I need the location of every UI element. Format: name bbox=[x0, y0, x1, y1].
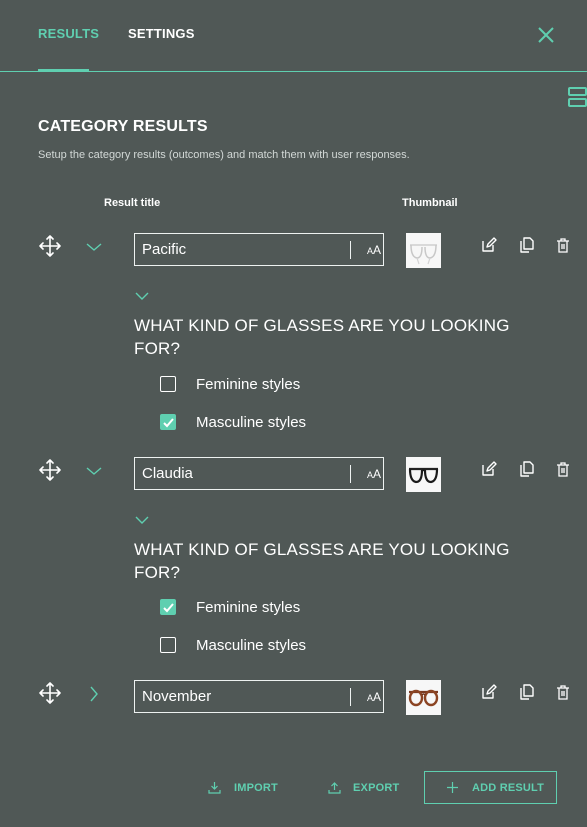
chevron-down-icon[interactable] bbox=[85, 462, 103, 480]
add-result-button[interactable]: ADD RESULT bbox=[424, 771, 557, 804]
plus-icon bbox=[447, 782, 458, 793]
column-header-result-title: Result title bbox=[104, 197, 161, 209]
answer-option-label: Masculine styles bbox=[196, 414, 307, 431]
edit-icon[interactable] bbox=[481, 461, 497, 477]
duplicate-icon[interactable] bbox=[518, 461, 534, 477]
text-format-button[interactable]: AA bbox=[350, 465, 381, 483]
section-title: CATEGORY RESULTS bbox=[38, 118, 208, 135]
edit-icon[interactable] bbox=[481, 684, 497, 700]
text-format-button[interactable]: AA bbox=[350, 241, 381, 259]
column-header-thumbnail: Thumbnail bbox=[402, 197, 458, 209]
add-result-label: ADD RESULT bbox=[472, 782, 545, 794]
result-title-input[interactable] bbox=[142, 458, 347, 489]
result-title-input[interactable] bbox=[142, 234, 347, 265]
checkbox-unchecked[interactable] bbox=[160, 376, 176, 392]
answer-option[interactable]: Masculine styles bbox=[160, 414, 460, 434]
answer-option[interactable]: Feminine styles bbox=[160, 599, 460, 619]
import-label: IMPORT bbox=[234, 782, 278, 794]
answer-option[interactable]: Masculine styles bbox=[160, 637, 460, 657]
question-title: WHAT KIND OF GLASSES ARE YOU LOOKING FOR… bbox=[134, 316, 510, 358]
tab-bar: RESULTS SETTINGS bbox=[0, 0, 587, 72]
active-tab-indicator bbox=[38, 69, 89, 72]
delete-icon[interactable] bbox=[555, 237, 571, 253]
result-row: AA bbox=[0, 680, 587, 720]
answer-option-label: Masculine styles bbox=[196, 637, 307, 654]
delete-icon[interactable] bbox=[555, 684, 571, 700]
result-title-field: AA bbox=[134, 233, 384, 266]
import-button[interactable]: IMPORT bbox=[205, 772, 285, 804]
export-label: EXPORT bbox=[353, 782, 400, 794]
drag-handle-icon[interactable] bbox=[39, 682, 61, 704]
duplicate-icon[interactable] bbox=[518, 684, 534, 700]
answer-option-label: Feminine styles bbox=[196, 376, 301, 393]
question-chevron-down-icon[interactable] bbox=[134, 290, 150, 302]
section-description: Setup the category results (outcomes) an… bbox=[38, 149, 410, 161]
drag-handle-icon[interactable] bbox=[39, 235, 61, 257]
result-row: AA bbox=[0, 233, 587, 273]
close-icon[interactable] bbox=[536, 25, 556, 45]
tab-results[interactable]: RESULTS bbox=[38, 26, 99, 41]
glasses-image bbox=[406, 233, 441, 268]
thumbnail-image[interactable] bbox=[406, 680, 441, 715]
question-title: WHAT KIND OF GLASSES ARE YOU LOOKING FOR… bbox=[134, 540, 510, 582]
checkmark-icon bbox=[163, 418, 174, 428]
drag-handle-icon[interactable] bbox=[39, 459, 61, 481]
glasses-image bbox=[406, 457, 441, 492]
text-format-button[interactable]: AA bbox=[350, 688, 381, 706]
result-title-input[interactable] bbox=[142, 681, 347, 712]
layout-toggle-icon[interactable] bbox=[568, 86, 587, 108]
glasses-image bbox=[406, 680, 441, 715]
download-icon bbox=[208, 782, 221, 794]
edit-icon[interactable] bbox=[481, 237, 497, 253]
checkmark-icon bbox=[163, 603, 174, 613]
result-title-field: AA bbox=[134, 457, 384, 490]
answer-option-label: Feminine styles bbox=[196, 599, 301, 616]
thumbnail-image[interactable] bbox=[406, 457, 441, 492]
result-row: AA bbox=[0, 457, 587, 497]
chevron-right-icon[interactable] bbox=[85, 685, 103, 703]
export-button[interactable]: EXPORT bbox=[325, 772, 405, 804]
question-chevron-down-icon[interactable] bbox=[134, 514, 150, 526]
delete-icon[interactable] bbox=[555, 461, 571, 477]
chevron-down-icon[interactable] bbox=[85, 238, 103, 256]
thumbnail-image[interactable] bbox=[406, 233, 441, 268]
duplicate-icon[interactable] bbox=[518, 237, 534, 253]
checkbox-checked[interactable] bbox=[160, 414, 176, 430]
tab-settings[interactable]: SETTINGS bbox=[128, 26, 195, 41]
answer-option[interactable]: Feminine styles bbox=[160, 376, 460, 396]
checkbox-unchecked[interactable] bbox=[160, 637, 176, 653]
checkbox-checked[interactable] bbox=[160, 599, 176, 615]
upload-icon bbox=[328, 782, 341, 794]
result-title-field: AA bbox=[134, 680, 384, 713]
